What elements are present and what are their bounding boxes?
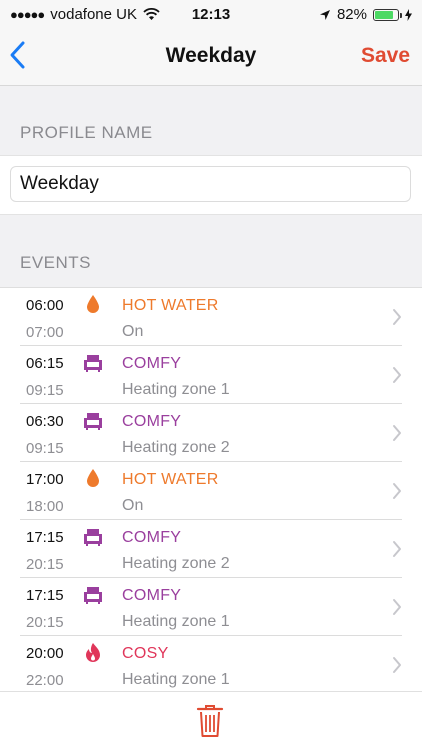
chevron-right-icon	[393, 483, 401, 499]
event-end-time: 20:15	[26, 556, 64, 573]
event-row[interactable]: 06:30 09:15 COMFY Heating zone 2	[0, 404, 422, 462]
delete-button[interactable]	[196, 704, 224, 738]
event-end-time: 20:15	[26, 614, 64, 631]
event-description: Heating zone 1	[122, 613, 230, 630]
event-row[interactable]: 20:00 22:00 COSY Heating zone 1	[0, 636, 422, 692]
event-row[interactable]: 06:15 09:15 COMFY Heating zone 1	[0, 346, 422, 404]
page-title: Weekday	[165, 44, 257, 67]
event-start-time: 17:00	[26, 471, 64, 488]
charging-bolt-icon	[405, 8, 412, 21]
event-start-time: 06:00	[26, 297, 64, 314]
event-end-time: 09:15	[26, 382, 64, 399]
event-row[interactable]: 17:15 20:15 COMFY Heating zone 1	[0, 578, 422, 636]
event-description: Heating zone 2	[122, 439, 230, 456]
event-description: Heating zone 2	[122, 555, 230, 572]
armchair-icon	[84, 355, 102, 372]
armchair-icon	[84, 413, 102, 430]
event-type: COMFY	[122, 529, 182, 546]
battery-fill	[375, 10, 394, 19]
events-list: 06:00 07:00 HOT WATER On 06:15 09:15 COMFY Heat…	[0, 287, 422, 692]
profile-name-header: PROFILE NAME	[20, 123, 153, 142]
profile-name-field[interactable]	[10, 166, 411, 202]
event-start-time: 20:00	[26, 645, 64, 662]
event-type: COSY	[122, 645, 169, 662]
chevron-right-icon	[393, 599, 401, 615]
battery-icon	[373, 8, 402, 21]
event-type: COMFY	[122, 355, 182, 372]
event-end-time: 22:00	[26, 672, 64, 689]
water-drop-icon	[87, 469, 99, 487]
chevron-right-icon	[393, 309, 401, 325]
event-description: Heating zone 1	[122, 671, 230, 688]
event-start-time: 06:30	[26, 413, 64, 430]
event-start-time: 17:15	[26, 587, 64, 604]
bottom-toolbar	[0, 691, 422, 751]
event-description: On	[122, 323, 144, 340]
event-end-time: 07:00	[26, 324, 64, 341]
save-button[interactable]: Save	[361, 44, 410, 68]
event-type: HOT WATER	[122, 297, 219, 314]
event-description: On	[122, 497, 144, 514]
event-end-time: 18:00	[26, 498, 64, 515]
events-header: EVENTS	[20, 253, 92, 272]
event-type: COMFY	[122, 413, 182, 430]
battery-percent: 82%	[336, 6, 367, 23]
flame-icon	[86, 643, 100, 662]
status-right: 82%	[319, 6, 412, 23]
chevron-right-icon	[393, 541, 401, 557]
event-end-time: 09:15	[26, 440, 64, 457]
event-start-time: 06:15	[26, 355, 64, 372]
chevron-right-icon	[393, 367, 401, 383]
event-type: COMFY	[122, 587, 182, 604]
status-bar: ●●●●● vodafone UK 12:13 82%	[0, 0, 422, 30]
armchair-icon	[84, 587, 102, 604]
event-description: Heating zone 1	[122, 381, 230, 398]
event-row[interactable]: 17:15 20:15 COMFY Heating zone 2	[0, 520, 422, 578]
event-start-time: 17:15	[26, 529, 64, 546]
trash-icon	[196, 705, 224, 737]
location-arrow-icon	[319, 9, 330, 20]
armchair-icon	[84, 529, 102, 546]
water-drop-icon	[87, 295, 99, 313]
event-type: HOT WATER	[122, 471, 219, 488]
event-row[interactable]: 06:00 07:00 HOT WATER On	[0, 288, 422, 346]
navigation-bar: Weekday Save	[0, 30, 422, 86]
chevron-right-icon	[393, 425, 401, 441]
event-row[interactable]: 17:00 18:00 HOT WATER On	[0, 462, 422, 520]
chevron-right-icon	[393, 657, 401, 673]
